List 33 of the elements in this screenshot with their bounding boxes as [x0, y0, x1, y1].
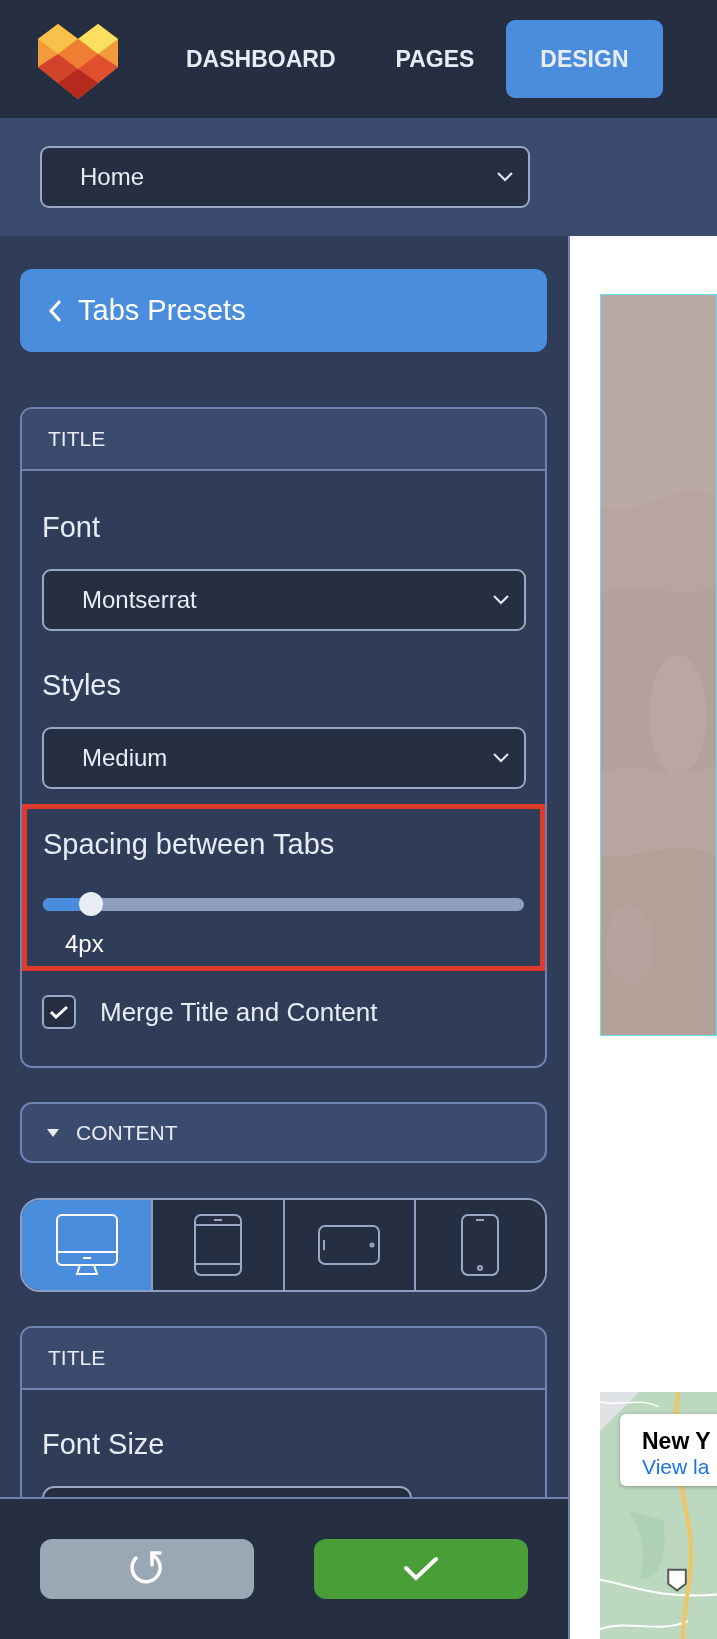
phone-landscape-icon: [318, 1225, 381, 1265]
map-link[interactable]: View la: [642, 1455, 710, 1479]
check-icon: [403, 1556, 439, 1582]
section-header: TITLE: [22, 409, 545, 471]
section-toggle[interactable]: CONTENT: [20, 1102, 547, 1163]
device-tab[interactable]: [282, 1200, 414, 1290]
device-tab[interactable]: [151, 1200, 283, 1290]
section-header: TITLE: [22, 1328, 545, 1390]
checkbox-label: Merge Title and Content: [100, 996, 378, 1028]
page-select[interactable]: Home: [40, 146, 530, 208]
chevron-left-icon: [48, 298, 62, 323]
field-label: Font: [42, 510, 102, 545]
slider-value: 4px: [65, 930, 105, 958]
slider-thumb[interactable]: [79, 892, 104, 916]
font-select[interactable]: Montserrat: [42, 569, 526, 631]
field-label: Font Size: [42, 1427, 166, 1462]
chevron-down-icon: [496, 171, 514, 183]
phone-icon: [461, 1214, 500, 1276]
desktop-icon: [55, 1214, 118, 1276]
tablet-icon: [193, 1214, 242, 1276]
chevron-down-icon: [492, 752, 510, 764]
place-name: New Y: [642, 1428, 712, 1455]
nav-tab[interactable]: PAGES: [367, 20, 503, 98]
checkbox[interactable]: [42, 995, 76, 1029]
field-label: Spacing between Tabs: [43, 827, 336, 862]
chevron-down-icon: [492, 594, 510, 606]
field-label: Styles: [42, 668, 122, 703]
slider[interactable]: [43, 892, 524, 916]
device-tab[interactable]: [22, 1200, 152, 1290]
nav-tab[interactable]: DASHBOARD: [158, 20, 364, 98]
check-icon: [49, 1005, 69, 1019]
style-select[interactable]: Medium: [42, 727, 526, 789]
device-tab[interactable]: [413, 1200, 545, 1290]
